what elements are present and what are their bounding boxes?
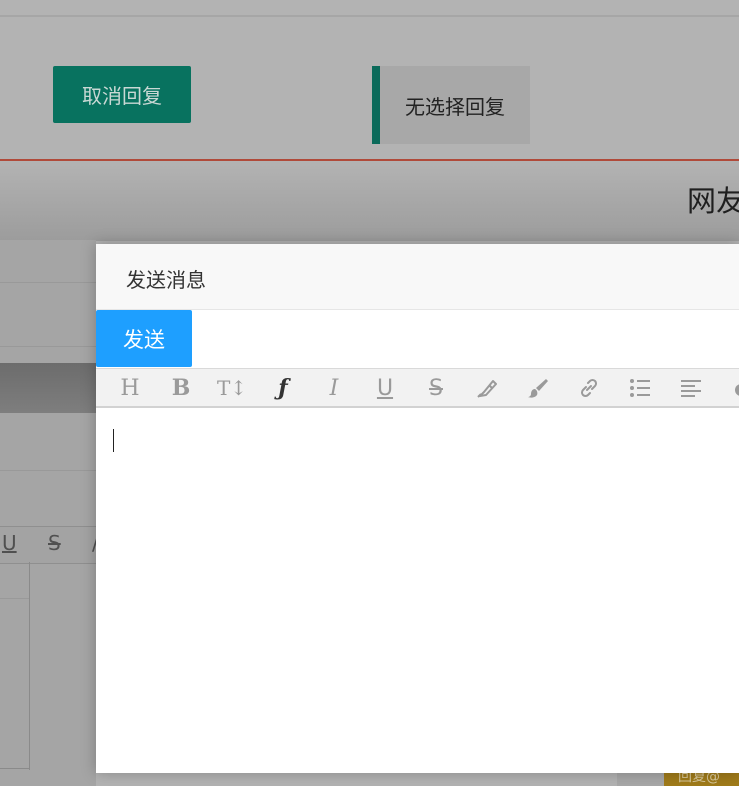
- netizen-label: 网友: [687, 184, 739, 218]
- link-icon[interactable]: [564, 369, 614, 407]
- italic-icon[interactable]: I: [309, 369, 359, 407]
- paintbrush-icon[interactable]: [513, 369, 563, 407]
- background-bar: [0, 363, 96, 413]
- list-icon[interactable]: [615, 369, 665, 407]
- message-editor[interactable]: [96, 408, 739, 773]
- reply-at-label: 回复@: [678, 772, 720, 785]
- align-left-icon[interactable]: [666, 369, 716, 407]
- background-row-divider: [0, 470, 96, 471]
- strikethrough-icon[interactable]: S: [411, 369, 461, 407]
- background-editor-border: [0, 768, 30, 769]
- reply-at-button[interactable]: 回复@: [664, 772, 739, 786]
- editor-toolbar: H B T↕ ƒ I U S: [96, 368, 739, 408]
- send-message-dialog: 发送消息 发送 H B T↕ ƒ I U S: [96, 244, 739, 773]
- dialog-header: 发送消息: [96, 244, 739, 310]
- top-divider: [0, 15, 739, 17]
- underline-icon[interactable]: U: [360, 369, 410, 407]
- strikethrough-icon: S: [48, 531, 61, 555]
- font-family-icon[interactable]: ƒ: [258, 369, 308, 407]
- font-size-icon[interactable]: T↕: [207, 369, 257, 407]
- background-row-divider: [0, 282, 96, 283]
- underline-icon: U: [2, 531, 17, 555]
- section-header: [0, 161, 739, 241]
- background-row-divider: [0, 346, 96, 347]
- background-editor-border: [29, 562, 30, 770]
- background-panel: [0, 240, 96, 786]
- background-editor-toolbar: U S /: [0, 526, 99, 564]
- cancel-reply-button[interactable]: 取消回复: [53, 66, 191, 123]
- bold-icon[interactable]: B: [156, 369, 206, 407]
- highlighter-icon[interactable]: [462, 369, 512, 407]
- more-icon[interactable]: [717, 369, 739, 407]
- send-button[interactable]: 发送: [96, 310, 192, 367]
- no-select-reply-button[interactable]: 无选择回复: [372, 66, 530, 144]
- text-caret: [113, 429, 114, 452]
- background-row-divider: [0, 598, 29, 599]
- heading-icon[interactable]: H: [105, 369, 155, 407]
- dialog-title: 发送消息: [126, 268, 206, 292]
